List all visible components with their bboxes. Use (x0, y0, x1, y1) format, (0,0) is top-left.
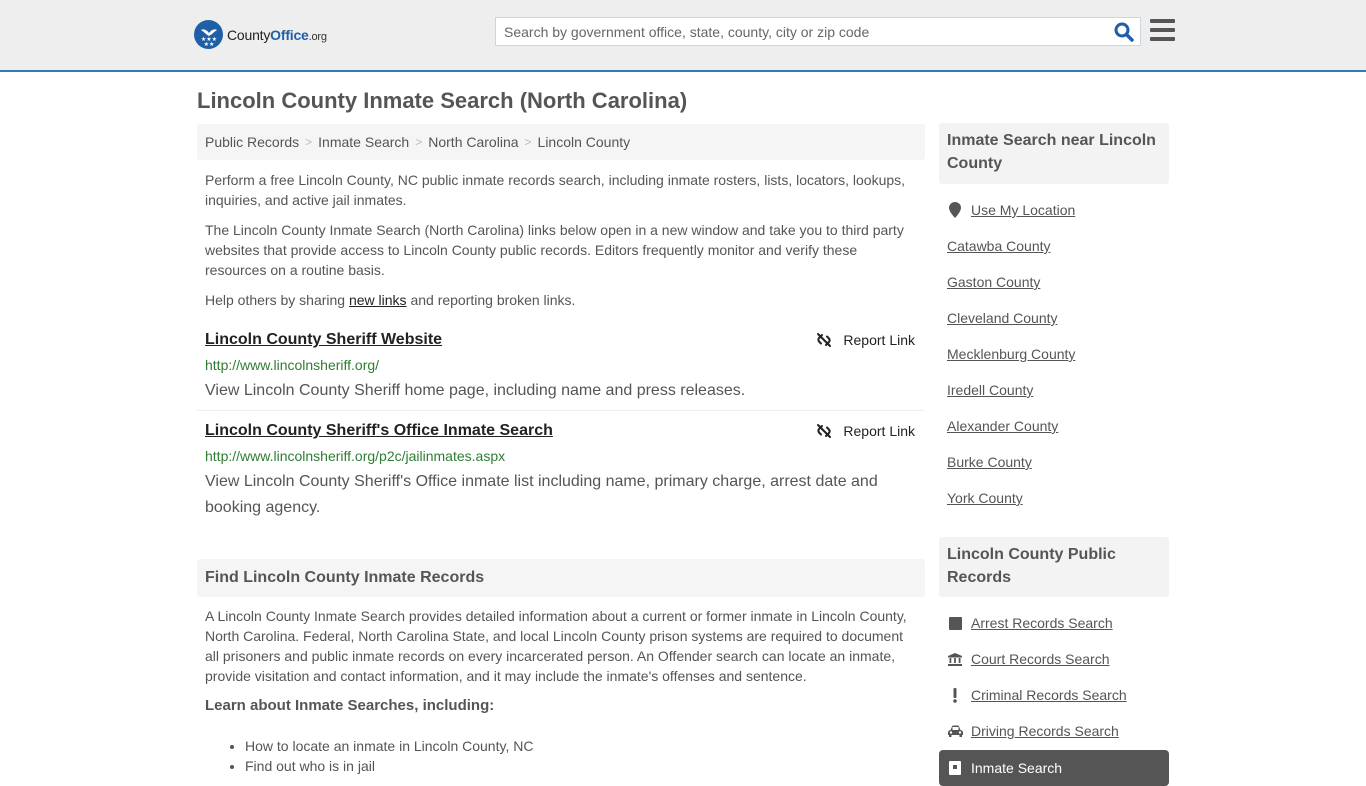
nearby-county-link[interactable]: Catawba County (947, 238, 1051, 254)
public-records-item: Driving Records Search (947, 713, 1167, 749)
nearby-county-link[interactable]: Gaston County (947, 274, 1040, 290)
map-marker-icon (947, 202, 963, 218)
find-records-paragraph: A Lincoln County Inmate Search provides … (205, 608, 907, 684)
square-icon (947, 616, 963, 630)
intro-paragraph-3: Help others by sharing new links and rep… (205, 292, 576, 308)
resource-link-title[interactable]: Lincoln County Sheriff Website (205, 331, 442, 349)
site-header: ★★★ ★★ CountyOffice.org (0, 0, 1366, 72)
new-links-link[interactable]: new links (349, 292, 407, 308)
breadcrumb-separator: > (415, 135, 423, 149)
breadcrumb-separator: > (524, 135, 532, 149)
resource-link-description: View Lincoln County Sheriff home page, i… (205, 382, 746, 399)
nearby-county-link[interactable]: Iredell County (947, 382, 1033, 398)
courthouse-icon (947, 652, 963, 666)
broken-link-icon (817, 424, 832, 438)
breadcrumb-separator: > (305, 135, 313, 149)
breadcrumb-lincoln-county[interactable]: Lincoln County (538, 134, 631, 150)
nearby-county-link[interactable]: Mecklenburg County (947, 346, 1075, 362)
hamburger-menu-icon[interactable] (1150, 19, 1175, 43)
breadcrumb-public-records[interactable]: Public Records (205, 134, 299, 150)
sidebar-item-inmate-search-active[interactable]: Inmate Search (939, 750, 1169, 786)
nearby-county-link[interactable]: Alexander County (947, 418, 1058, 434)
public-records-item: Criminal Records Search (947, 677, 1167, 713)
search-bar (495, 17, 1141, 46)
search-icon[interactable] (1114, 22, 1134, 42)
learn-heading: Learn about Inmate Searches, including: (205, 697, 495, 714)
learn-list-item: Find out who is in jail (245, 756, 920, 776)
public-records-item: Court Records Search (947, 641, 1167, 677)
nearby-county-link[interactable]: Cleveland County (947, 310, 1058, 326)
page-title: Lincoln County Inmate Search (North Caro… (197, 88, 688, 113)
eagle-stars-icon: ★★★ ★★ (194, 20, 223, 49)
public-records-list: Arrest Records Search Court Records Sear… (947, 605, 1167, 749)
intro-paragraph-1: Perform a free Lincoln County, NC public… (205, 172, 906, 208)
jail-door-icon (947, 761, 963, 775)
resource-link-item: Lincoln County Sheriff Website Report Li… (197, 329, 925, 411)
court-records-link[interactable]: Court Records Search (971, 651, 1110, 667)
resource-link-url[interactable]: http://www.lincolnsheriff.org/ (205, 357, 379, 373)
breadcrumb-inmate-search[interactable]: Inmate Search (318, 134, 409, 150)
broken-link-icon (817, 333, 832, 347)
breadcrumb-north-carolina[interactable]: North Carolina (428, 134, 518, 150)
criminal-records-link[interactable]: Criminal Records Search (971, 687, 1127, 703)
arrest-records-link[interactable]: Arrest Records Search (971, 615, 1113, 631)
car-icon (947, 725, 963, 737)
svg-text:★★: ★★ (203, 41, 214, 46)
report-link-button[interactable]: Report Link (816, 332, 915, 348)
site-logo[interactable]: ★★★ ★★ CountyOffice.org (194, 20, 327, 49)
nearby-county-link[interactable]: York County (947, 490, 1023, 506)
nearby-county-list: Use My Location Catawba County Gaston Co… (947, 192, 1167, 516)
find-records-body: A Lincoln County Inmate Search provides … (205, 606, 920, 776)
nearby-county-link[interactable]: Burke County (947, 454, 1032, 470)
search-input[interactable] (496, 18, 1106, 45)
resource-link-title[interactable]: Lincoln County Sheriff's Office Inmate S… (205, 422, 553, 440)
resource-link-url[interactable]: http://www.lincolnsheriff.org/p2c/jailin… (205, 448, 505, 464)
learn-list: How to locate an inmate in Lincoln Count… (245, 736, 920, 776)
public-records-item: Arrest Records Search (947, 605, 1167, 641)
public-records-heading: Lincoln County Public Records (939, 537, 1169, 597)
exclamation-icon (947, 687, 963, 703)
breadcrumb: Public Records > Inmate Search > North C… (197, 124, 925, 160)
resource-link-description: View Lincoln County Sheriff's Office inm… (205, 473, 878, 516)
learn-list-item: How to locate an inmate in Lincoln Count… (245, 736, 920, 756)
driving-records-link[interactable]: Driving Records Search (971, 723, 1119, 739)
report-link-button[interactable]: Report Link (816, 423, 915, 439)
intro-text: Perform a free Lincoln County, NC public… (205, 170, 920, 320)
use-my-location-item: Use My Location (947, 192, 1167, 228)
logo-text: CountyOffice.org (227, 26, 327, 43)
use-my-location-link[interactable]: Use My Location (971, 202, 1075, 218)
intro-paragraph-2: The Lincoln County Inmate Search (North … (205, 222, 904, 278)
nearby-heading: Inmate Search near Lincoln County (939, 123, 1169, 184)
find-records-heading: Find Lincoln County Inmate Records (197, 559, 925, 597)
